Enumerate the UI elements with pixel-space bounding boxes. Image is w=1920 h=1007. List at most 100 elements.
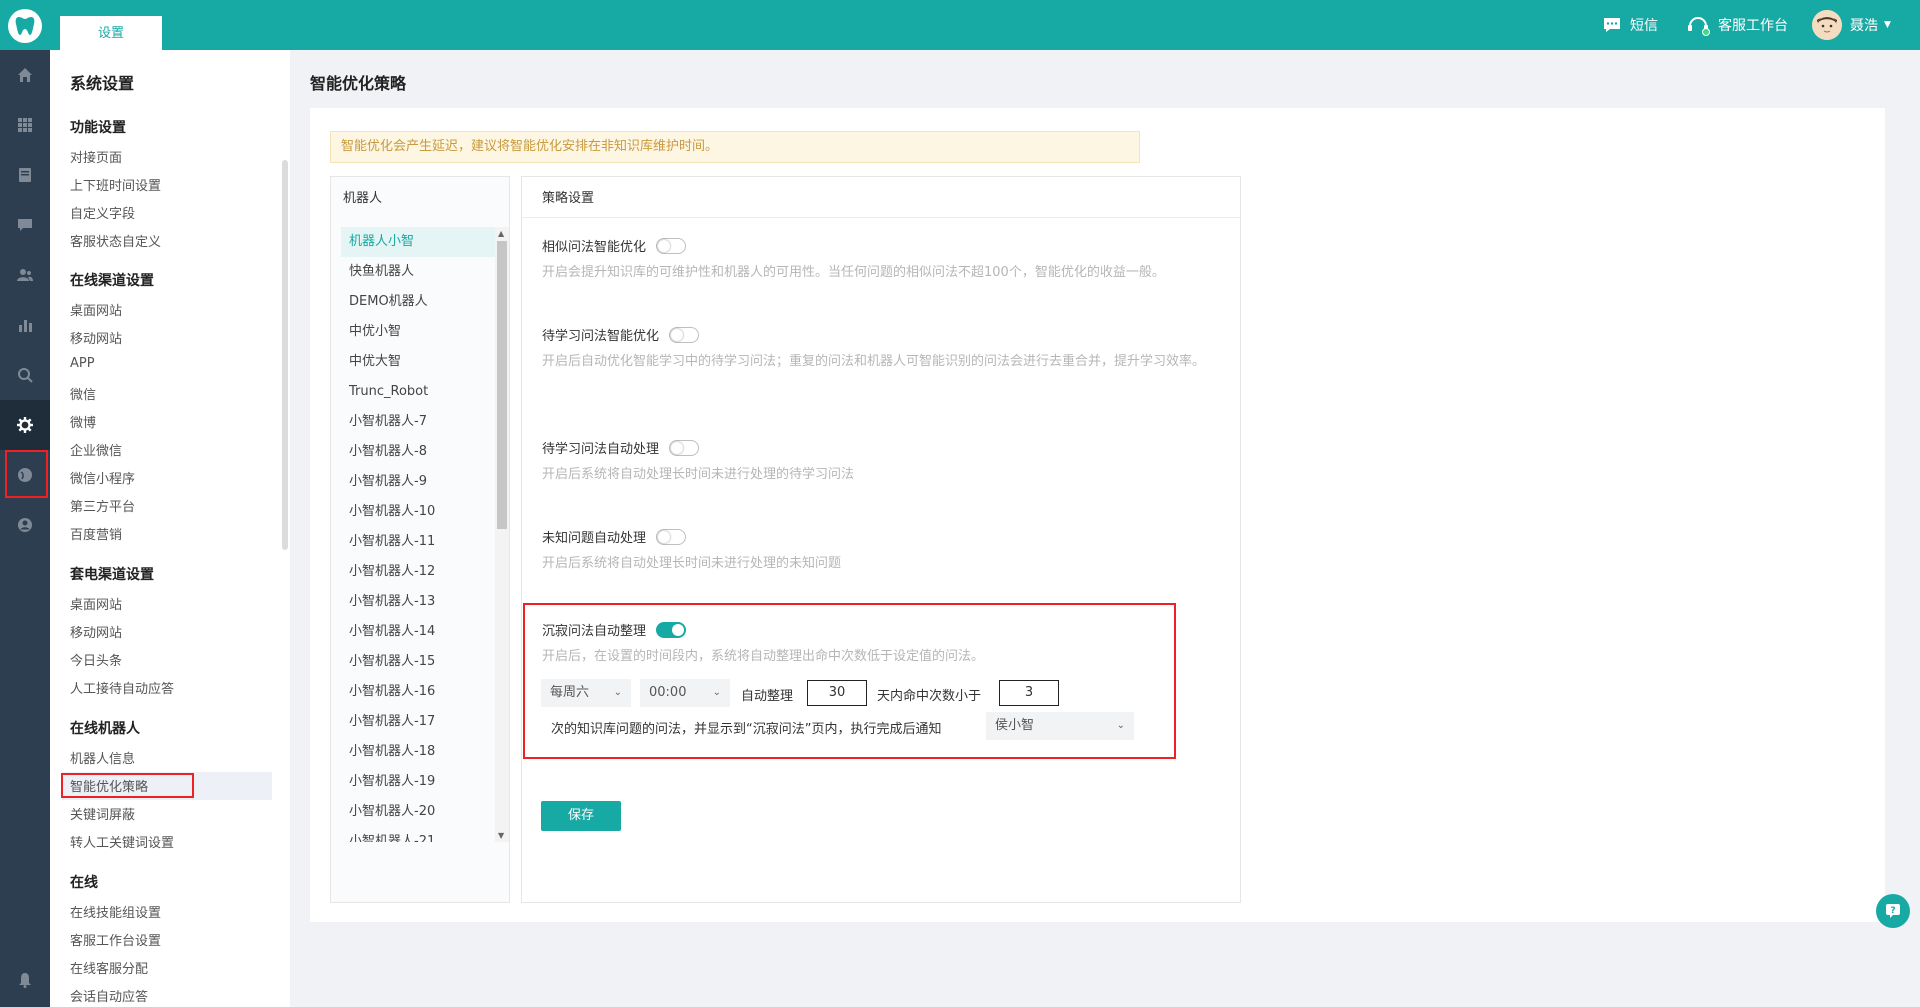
sidebar-item-mobile-site[interactable]: 移动网站 <box>70 328 122 347</box>
sidebar-item-toutiao[interactable]: 今日头条 <box>70 650 122 669</box>
strategy-panel-title: 策略设置 <box>542 191 595 206</box>
sidebar-item-agent-status[interactable]: 客服状态自定义 <box>70 231 161 250</box>
scroll-thumb[interactable] <box>497 241 507 529</box>
save-button[interactable]: 保存 <box>541 801 621 831</box>
settings-highlight-box <box>5 450 48 498</box>
document-icon[interactable] <box>0 150 50 200</box>
sidebar-item-session-auto-reply[interactable]: 会话自动应答 <box>70 986 148 1005</box>
home-icon[interactable] <box>0 50 50 100</box>
help-icon: ? <box>1886 904 1900 918</box>
pending-learning-optimize-toggle[interactable] <box>669 326 700 343</box>
scroll-down-arrow-icon[interactable]: ▼ <box>498 831 504 840</box>
robot-item[interactable]: 中优大智 <box>341 347 499 377</box>
sidebar-item-weibo[interactable]: 微博 <box>70 412 96 431</box>
robot-item[interactable]: 小智机器人-21 <box>341 827 499 842</box>
robot-item[interactable]: 小智机器人-15 <box>341 647 499 677</box>
robot-item[interactable]: 小智机器人-17 <box>341 707 499 737</box>
sidebar-item-mini-program[interactable]: 微信小程序 <box>70 468 135 487</box>
sidebar-item-wechat[interactable]: 微信 <box>70 384 96 403</box>
top-bar: 设置 短信 客服工作台 聂浩 ▼ <box>0 0 1920 50</box>
page-title: 智能优化策略 <box>310 74 407 93</box>
sidebar-item-transfer-keywords[interactable]: 转人工关键词设置 <box>70 832 174 851</box>
sidebar-title: 系统设置 <box>70 74 135 93</box>
bell-icon[interactable] <box>0 960 50 1000</box>
robot-item[interactable]: DEMO机器人 <box>341 287 499 317</box>
tooth-logo-icon <box>15 17 35 35</box>
sidebar-item-lead-mobile-site[interactable]: 移动网站 <box>70 622 122 641</box>
robot-item[interactable]: 小智机器人-13 <box>341 587 499 617</box>
svg-text:?: ? <box>1890 906 1895 916</box>
user-menu[interactable]: 聂浩 ▼ <box>1812 0 1891 50</box>
settings-gear-icon[interactable] <box>0 400 50 450</box>
visitors-icon[interactable] <box>0 250 50 300</box>
sidebar-item-app[interactable]: APP <box>70 356 95 371</box>
robot-panel: 机器人 机器人小智 快鱼机器人 DEMO机器人 中优小智 中优大智 Trunc_… <box>330 176 510 903</box>
sidebar-scrollbar[interactable] <box>282 160 288 550</box>
scroll-up-arrow-icon[interactable]: ▲ <box>498 229 504 238</box>
app-logo[interactable] <box>8 9 42 43</box>
sidebar-item-agent-allocation[interactable]: 在线客服分配 <box>70 958 148 977</box>
sidebar-item-lead-desktop-site[interactable]: 桌面网站 <box>70 594 122 613</box>
sidebar-item-baidu-marketing[interactable]: 百度营销 <box>70 524 122 543</box>
option-description: 开启后系统将自动处理长时间未进行处理的未知问题 <box>542 556 842 571</box>
sidebar-group-online-robot: 在线机器人 <box>70 721 140 737</box>
sidebar-item-workbench-settings[interactable]: 客服工作台设置 <box>70 930 161 949</box>
chevron-down-icon: ▼ <box>1884 20 1891 30</box>
option-label: 待学习问法自动处理 <box>542 442 660 457</box>
sms-icon <box>1604 18 1620 32</box>
option-label: 未知问题自动处理 <box>542 531 647 546</box>
robot-item[interactable]: 中优小智 <box>341 317 499 347</box>
sidebar-item-robot-info[interactable]: 机器人信息 <box>70 748 135 767</box>
pending-learning-auto-toggle[interactable] <box>669 439 700 456</box>
robot-item[interactable]: 小智机器人-12 <box>341 557 499 587</box>
option-description: 开启后系统将自动处理长时间未进行处理的待学习问法 <box>542 467 855 482</box>
robot-item[interactable]: 小智机器人-16 <box>341 677 499 707</box>
sidebar-item-integration-page[interactable]: 对接页面 <box>70 147 122 166</box>
user-name: 聂浩 <box>1850 18 1878 34</box>
robot-item[interactable]: 机器人小智 <box>341 227 499 257</box>
option-label: 待学习问法智能优化 <box>542 329 660 344</box>
robot-item[interactable]: 小智机器人-11 <box>341 527 499 557</box>
sidebar-item-work-hours[interactable]: 上下班时间设置 <box>70 175 161 194</box>
apps-grid-icon[interactable] <box>0 100 50 150</box>
chat-icon[interactable] <box>0 200 50 250</box>
robot-item[interactable]: 小智机器人-7 <box>341 407 499 437</box>
sidebar-item-third-party[interactable]: 第三方平台 <box>70 496 135 515</box>
option-label: 相似问法智能优化 <box>542 240 647 255</box>
workbench-button[interactable]: 客服工作台 <box>1686 0 1788 50</box>
robot-item[interactable]: 小智机器人-18 <box>341 737 499 767</box>
robot-item[interactable]: 小智机器人-8 <box>341 437 499 467</box>
tab-settings[interactable]: 设置 <box>60 16 162 50</box>
robot-item[interactable]: 小智机器人-9 <box>341 467 499 497</box>
sidebar-item-keyword-block[interactable]: 关键词屏蔽 <box>70 804 135 823</box>
notice-banner: 智能优化会产生延迟，建议将智能优化安排在非知识库维护时间。 <box>330 131 1140 163</box>
stats-icon[interactable] <box>0 300 50 350</box>
robot-list-scrollbar[interactable]: ▲ ▼ <box>495 227 509 842</box>
robot-item[interactable]: 小智机器人-19 <box>341 767 499 797</box>
robot-item[interactable]: 小智机器人-20 <box>341 797 499 827</box>
robot-item[interactable]: 快鱼机器人 <box>341 257 499 287</box>
similar-questions-toggle[interactable] <box>656 237 687 254</box>
search-icon[interactable] <box>0 350 50 400</box>
robot-item[interactable]: 小智机器人-14 <box>341 617 499 647</box>
option-similar-questions: 相似问法智能优化 <box>542 236 687 255</box>
robot-panel-title: 机器人 <box>343 191 383 206</box>
sidebar-item-skill-groups[interactable]: 在线技能组设置 <box>70 902 161 921</box>
robot-item[interactable]: 小智机器人-10 <box>341 497 499 527</box>
settings-sidebar: 系统设置 功能设置 对接页面 上下班时间设置 自定义字段 客服状态自定义 在线渠… <box>50 50 290 1007</box>
sidebar-group-function: 功能设置 <box>70 120 126 136</box>
account-icon[interactable] <box>0 500 50 550</box>
sidebar-item-custom-fields[interactable]: 自定义字段 <box>70 203 135 222</box>
headset-status-icon <box>1688 17 1710 36</box>
sidebar-group-online: 在线 <box>70 875 98 891</box>
help-button[interactable]: ? <box>1876 894 1910 928</box>
unknown-questions-toggle[interactable] <box>656 528 687 545</box>
sidebar-item-desktop-site[interactable]: 桌面网站 <box>70 300 122 319</box>
sms-button[interactable]: 短信 <box>1602 0 1658 50</box>
robot-item[interactable]: Trunc_Robot <box>341 377 499 407</box>
strategy-panel: 策略设置 相似问法智能优化 开启会提升知识库的可维护性和机器人的可用性。当任何问… <box>521 176 1241 903</box>
sidebar-item-auto-reply[interactable]: 人工接待自动应答 <box>70 678 174 697</box>
avatar <box>1812 10 1842 40</box>
sidebar-item-wecom[interactable]: 企业微信 <box>70 440 122 459</box>
sidebar-group-lead-channels: 套电渠道设置 <box>70 567 154 583</box>
